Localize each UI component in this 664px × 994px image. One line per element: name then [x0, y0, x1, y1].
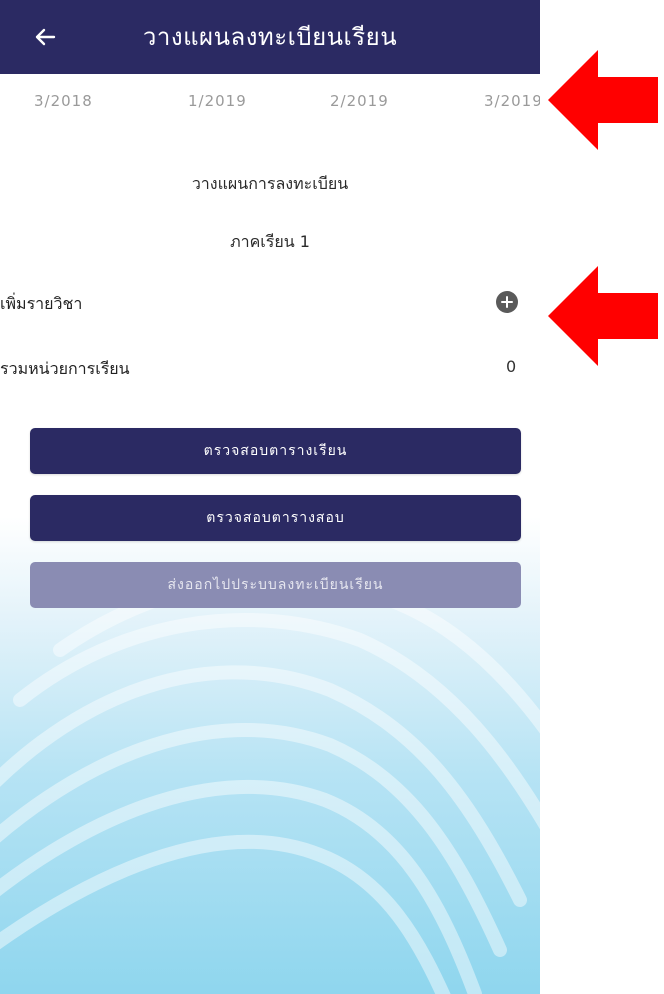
total-credits-value: 0: [506, 357, 517, 376]
left-arrow-icon: [548, 50, 658, 150]
tab-semester-3-2018[interactable]: 3/2018: [34, 92, 93, 110]
term-label: ภาคเรียน 1: [230, 232, 310, 251]
semester-tab-bar[interactable]: 3/2018 1/2019 2/2019 3/2019: [0, 74, 540, 128]
check-exam-schedule-button[interactable]: ตรวจสอบตารางสอบ: [30, 495, 521, 541]
page-title: วางแผนลงทะเบียนเรียน: [142, 23, 398, 51]
tab-semester-3-2019[interactable]: 3/2019: [484, 92, 540, 110]
tab-semester-1-2019[interactable]: 1/2019: [188, 92, 247, 110]
plan-heading: วางแผนการลงทะเบียน: [191, 174, 349, 193]
plus-circle-icon[interactable]: [496, 291, 518, 313]
tab-semester-2-2019[interactable]: 2/2019: [330, 92, 389, 110]
app-bar: วางแผนลงทะเบียนเรียน: [0, 0, 540, 74]
check-timetable-button[interactable]: ตรวจสอบตารางเรียน: [30, 428, 521, 474]
total-credits-label: รวมหน่วยการเรียน: [0, 359, 130, 378]
app-screen: วางแผนลงทะเบียนเรียน 3/2018 1/2019 2/201…: [0, 0, 540, 994]
left-arrow-icon: [548, 266, 658, 366]
export-to-registration-button[interactable]: ส่งออกไปประบบลงทะเบียนเรียน: [30, 562, 521, 608]
add-course-label[interactable]: เพิ่มรายวิชา: [0, 292, 82, 317]
